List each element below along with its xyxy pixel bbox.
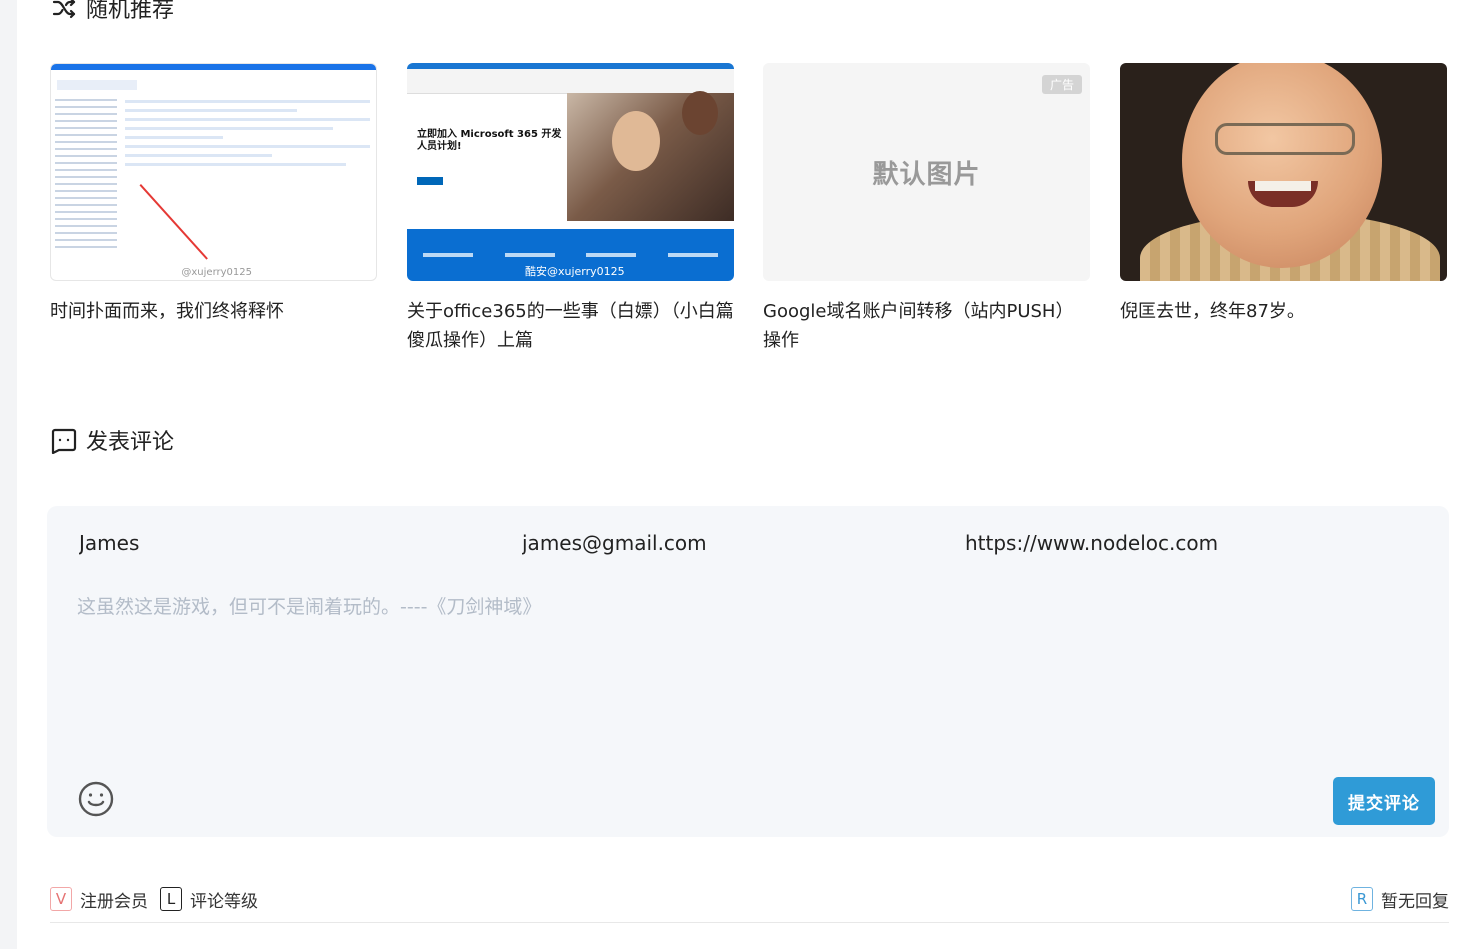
submit-comment-button[interactable]: 提交评论 xyxy=(1333,777,1435,825)
recommend-thumbnail[interactable] xyxy=(1120,63,1447,281)
reply-label: 暂无回复 xyxy=(1381,891,1449,912)
page: 随机推荐 @xujerry0125 时间扑面而来，我们终将释怀 立即加入 Mic… xyxy=(17,0,1474,949)
divider xyxy=(50,922,1449,923)
comment-meta-bar: V 注册会员 L 评论等级 R 暂无回复 xyxy=(50,884,1449,914)
recommend-thumbnail[interactable]: 默认图片 广告 xyxy=(763,63,1090,281)
recommend-card[interactable]: 立即加入 Microsoft 365 开发人员计划! 酷安@xujerry012… xyxy=(407,63,734,355)
register-member-link[interactable]: V 注册会员 xyxy=(50,887,148,912)
name-field[interactable] xyxy=(77,526,501,560)
recommend-heading: 随机推荐 xyxy=(50,0,174,24)
recommend-title[interactable]: 倪匡去世，终年87岁。 xyxy=(1120,297,1447,326)
shuffle-icon xyxy=(50,0,78,22)
comment-icon xyxy=(50,426,78,454)
reply-count: R 暂无回复 xyxy=(1351,887,1449,912)
level-label: 评论等级 xyxy=(190,891,258,912)
recommend-title[interactable]: 时间扑面而来，我们终将释怀 xyxy=(50,297,377,326)
register-tag: V xyxy=(50,887,72,911)
level-tag: L xyxy=(160,887,182,911)
comment-heading-text: 发表评论 xyxy=(86,430,175,455)
recommend-title[interactable]: Google域名账户间转移（站内PUSH）操作 xyxy=(763,297,1090,355)
recommend-card[interactable]: 倪匡去世，终年87岁。 xyxy=(1120,63,1447,326)
register-label: 注册会员 xyxy=(80,891,148,912)
recommend-heading-text: 随机推荐 xyxy=(86,0,175,23)
recommend-card[interactable]: @xujerry0125 时间扑面而来，我们终将释怀 xyxy=(50,63,377,326)
email-field[interactable] xyxy=(520,526,944,560)
thumbnail-watermark: 酷安@xujerry0125 xyxy=(525,265,625,278)
comment-level-link[interactable]: L 评论等级 xyxy=(160,887,258,912)
default-image-text: 默认图片 xyxy=(872,159,981,190)
recommend-thumbnail[interactable]: @xujerry0125 xyxy=(50,63,377,281)
comment-content-input[interactable]: 这虽然这是游戏，但可不是闹着玩的。----《刀剑神域》 xyxy=(77,592,1417,619)
comment-heading: 发表评论 xyxy=(50,424,174,456)
recommend-card[interactable]: 默认图片 广告 Google域名账户间转移（站内PUSH）操作 xyxy=(763,63,1090,355)
reply-tag: R xyxy=(1351,887,1373,911)
thumbnail-heading: 立即加入 Microsoft 365 开发人员计划! xyxy=(417,129,562,152)
recommend-thumbnail[interactable]: 立即加入 Microsoft 365 开发人员计划! 酷安@xujerry012… xyxy=(407,63,734,281)
emoji-icon[interactable] xyxy=(77,780,115,818)
ad-badge: 广告 xyxy=(1041,75,1082,94)
url-field[interactable] xyxy=(963,526,1407,560)
recommend-title[interactable]: 关于office365的一些事（白嫖）（小白篇傻瓜操作）上篇 xyxy=(407,297,734,355)
comment-form: 这虽然这是游戏，但可不是闹着玩的。----《刀剑神域》 提交评论 xyxy=(47,506,1449,837)
thumbnail-watermark: @xujerry0125 xyxy=(181,267,252,278)
